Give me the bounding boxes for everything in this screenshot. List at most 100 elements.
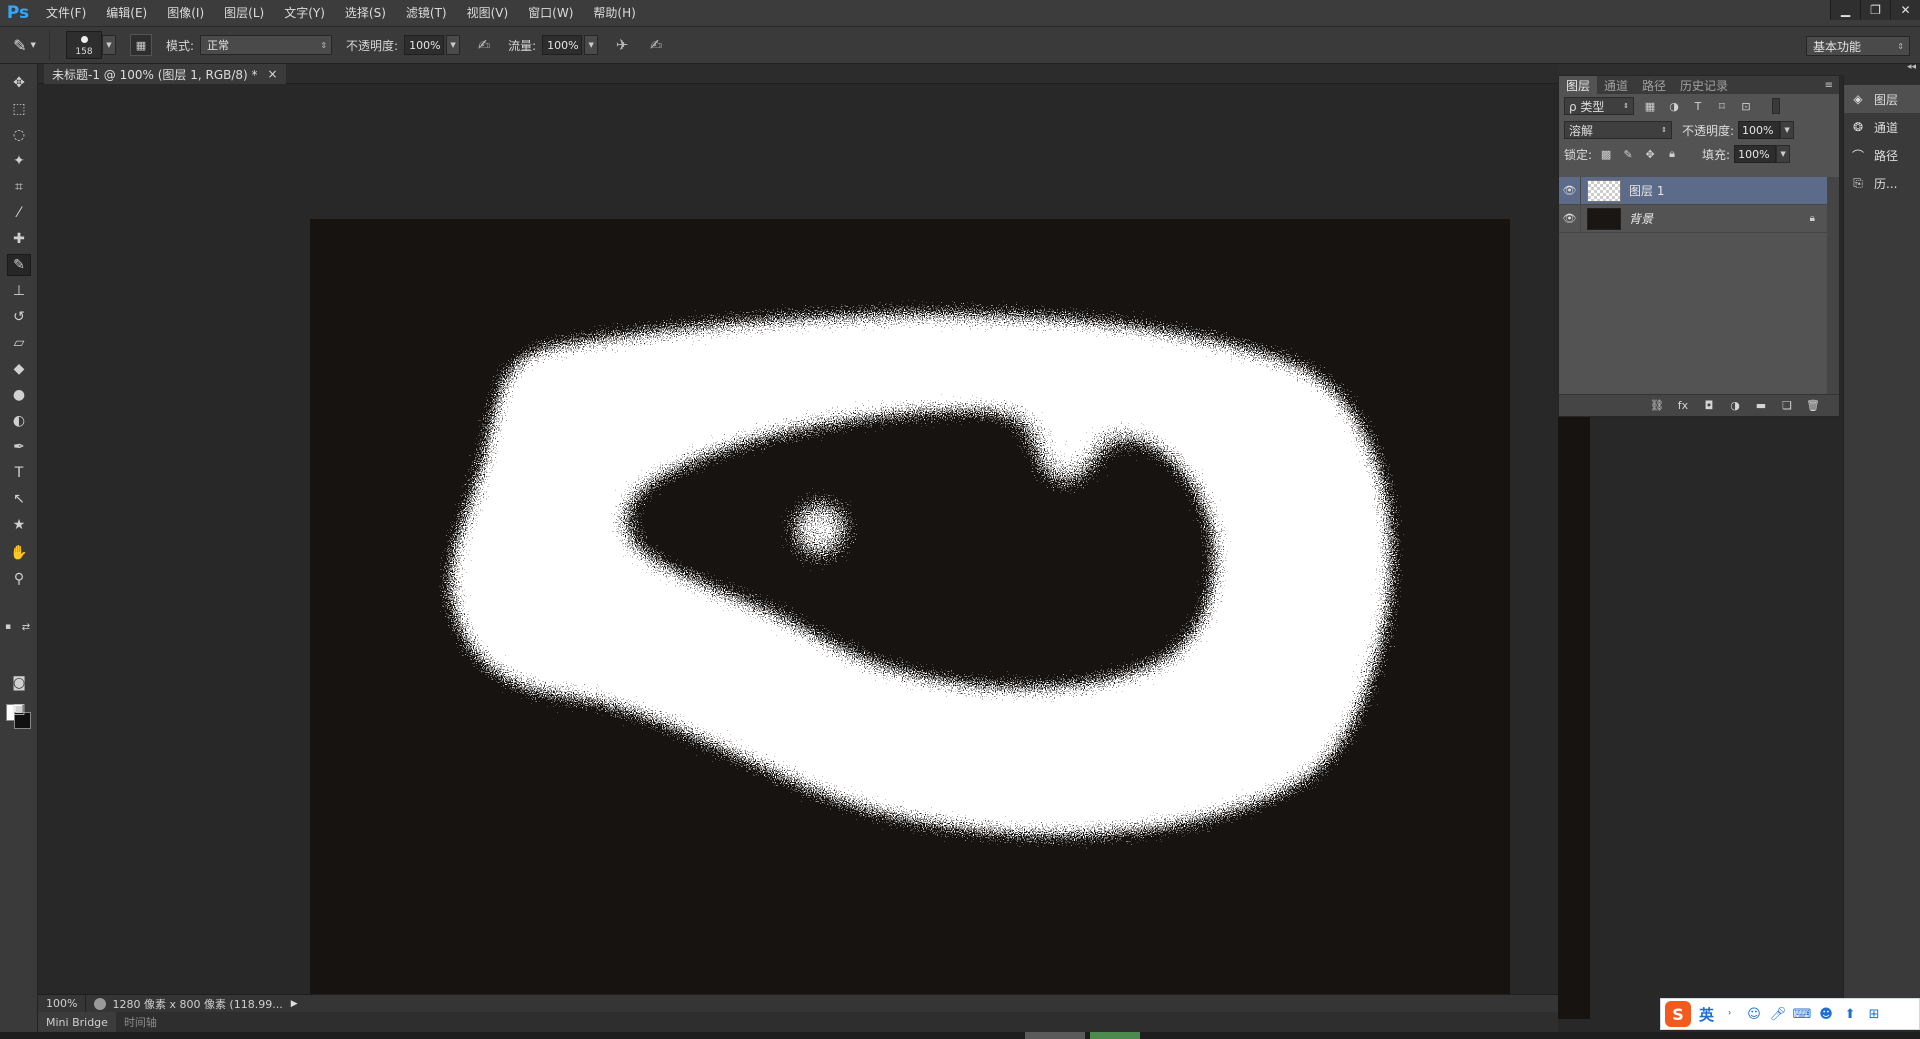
fill-input[interactable]: 100% <box>1734 145 1777 163</box>
link-layers-icon[interactable]: ⛓ <box>1649 398 1665 414</box>
tab-history[interactable]: 历史记录 <box>1673 76 1735 94</box>
document-canvas[interactable] <box>310 219 1590 1019</box>
brush-preset-picker[interactable]: 158 <box>66 31 102 59</box>
keyboard-icon[interactable]: ⌨ <box>1793 1006 1812 1022</box>
new-group-icon[interactable]: ▬ <box>1753 398 1769 414</box>
dock-grip[interactable] <box>1844 75 1920 85</box>
eraser-tool-icon[interactable]: ▱ <box>7 332 31 354</box>
close-icon[interactable]: ✕ <box>1890 0 1920 20</box>
pressure-opacity-icon[interactable]: ✍ <box>474 35 494 55</box>
lock-transparent-icon[interactable]: ▩ <box>1598 146 1614 162</box>
layer-opacity-input[interactable]: 100% <box>1738 121 1781 139</box>
menu-filter[interactable]: 滤镜(T) <box>396 0 457 26</box>
menu-view[interactable]: 视图(V) <box>457 0 519 26</box>
lock-position-icon[interactable]: ✥ <box>1642 146 1658 162</box>
taskbar-item[interactable] <box>1090 1032 1140 1039</box>
skin-icon[interactable]: ⬆ <box>1842 1006 1858 1022</box>
punctuation-icon[interactable]: ˒ <box>1722 1006 1738 1022</box>
filter-shape-icon[interactable]: ⌑ <box>1714 98 1730 114</box>
menu-select[interactable]: 选择(S) <box>335 0 396 26</box>
emoji-icon[interactable]: ☺ <box>1746 1006 1762 1022</box>
tab-timeline[interactable]: 时间轴 <box>116 1012 165 1032</box>
type-tool-icon[interactable]: T <box>7 462 31 484</box>
adjustment-layer-icon[interactable]: ◑ <box>1727 398 1743 414</box>
swap-colors-icon[interactable]: ⇄ <box>20 616 32 638</box>
visibility-eye-icon[interactable]: 👁︎ <box>1559 176 1581 205</box>
layer-filter-select[interactable]: ρ 类型 ⇕ <box>1564 97 1634 115</box>
tab-layers[interactable]: 图层 <box>1559 76 1598 94</box>
close-icon[interactable]: × <box>268 67 278 81</box>
layer-name[interactable]: 背景 <box>1629 210 1653 227</box>
dock-item-paths[interactable]: ⌒ 路径 <box>1844 141 1920 169</box>
airbrush-icon[interactable]: ✈ <box>612 35 632 55</box>
user-icon[interactable]: ☻ <box>1818 1006 1834 1022</box>
layer-opacity-dropdown[interactable]: ▼ <box>1780 121 1795 139</box>
filter-smart-object-icon[interactable]: ⊡ <box>1738 98 1754 114</box>
lock-all-icon[interactable]: 🔒︎ <box>1664 146 1680 162</box>
blend-mode-select[interactable]: 溶解 ⇕ <box>1564 121 1672 139</box>
lasso-tool-icon[interactable]: ◌ <box>7 124 31 146</box>
filter-adjustment-icon[interactable]: ◑ <box>1666 98 1682 114</box>
restore-icon[interactable]: ❐ <box>1860 0 1890 20</box>
menu-edit[interactable]: 编辑(E) <box>96 0 157 26</box>
shape-tool-icon[interactable]: ★ <box>7 514 31 536</box>
workspace-select[interactable]: 基本功能 ⇕ <box>1806 36 1910 56</box>
microphone-icon[interactable]: 🎤︎ <box>1770 1006 1787 1022</box>
screen-mode-icon[interactable]: ▣ <box>7 698 31 720</box>
blur-tool-icon[interactable]: ● <box>7 384 31 406</box>
ime-language-toggle[interactable]: 英 <box>1699 1004 1714 1025</box>
menu-layer[interactable]: 图层(L) <box>214 0 274 26</box>
flow-dropdown[interactable]: ▼ <box>584 35 599 55</box>
brush-tool-icon[interactable]: ✎ <box>7 254 31 276</box>
document-tab[interactable]: 未标题-1 @ 100% (图层 1, RGB/8) * × <box>44 64 286 84</box>
eyedropper-tool-icon[interactable]: ⁄ <box>7 202 31 224</box>
menu-type[interactable]: 文字(Y) <box>274 0 335 26</box>
zoom-tool-icon[interactable]: ⚲ <box>7 568 31 590</box>
menu-help[interactable]: 帮助(H) <box>583 0 645 26</box>
minimize-icon[interactable]: ▁ <box>1830 0 1860 20</box>
filter-toggle-switch[interactable] <box>1772 98 1780 114</box>
move-tool-icon[interactable]: ✥ <box>7 72 31 94</box>
menu-image[interactable]: 图像(I) <box>157 0 214 26</box>
filter-pixel-icon[interactable]: ▦ <box>1642 98 1658 114</box>
layer-name[interactable]: 图层 1 <box>1629 182 1664 199</box>
layer-style-fx-icon[interactable]: fx <box>1675 398 1691 414</box>
dock-item-layers[interactable]: ◈ 图层 <box>1844 85 1920 113</box>
crop-tool-icon[interactable]: ⌗ <box>7 176 31 198</box>
pen-tool-icon[interactable]: ✒ <box>7 436 31 458</box>
taskbar-item[interactable] <box>1025 1032 1085 1039</box>
new-layer-icon[interactable]: ❏ <box>1779 398 1795 414</box>
quick-select-tool-icon[interactable]: ✦ <box>7 150 31 172</box>
tool-preset-picker[interactable]: ✎ ▼ <box>0 30 50 60</box>
dock-item-history[interactable]: ⎘ 历... <box>1844 169 1920 197</box>
lock-pixels-icon[interactable]: ✎ <box>1620 146 1636 162</box>
path-select-tool-icon[interactable]: ↖ <box>7 488 31 510</box>
brush-preset-dropdown[interactable]: ▼ <box>102 35 116 55</box>
status-menu-arrow-icon[interactable]: ▶ <box>291 999 298 1009</box>
mode-select[interactable]: 正常 ⇕ <box>200 35 333 55</box>
brush-panel-toggle-icon[interactable]: ▦ <box>130 34 152 56</box>
collapse-icon[interactable]: ◂◂ <box>1907 62 1916 72</box>
opacity-dropdown[interactable]: ▼ <box>446 35 461 55</box>
healing-brush-tool-icon[interactable]: ✚ <box>7 228 31 250</box>
fill-dropdown[interactable]: ▼ <box>1776 145 1791 163</box>
quick-mask-icon[interactable]: ◙ <box>7 672 31 694</box>
layers-scrollbar[interactable] <box>1827 177 1839 395</box>
tab-mini-bridge[interactable]: Mini Bridge <box>38 1012 116 1032</box>
opacity-input[interactable]: 100% <box>404 35 445 55</box>
flow-input[interactable]: 100% <box>542 35 583 55</box>
paint-bucket-tool-icon[interactable]: ◆ <box>7 358 31 380</box>
sogou-logo[interactable]: S <box>1665 1001 1691 1027</box>
menu-file[interactable]: 文件(F) <box>36 0 96 26</box>
add-mask-icon[interactable]: ◘ <box>1701 398 1717 414</box>
toolbox-icon[interactable]: ⊞ <box>1866 1006 1882 1022</box>
tab-channels[interactable]: 通道 <box>1597 76 1635 94</box>
hand-tool-icon[interactable]: ✋ <box>7 542 31 564</box>
history-brush-tool-icon[interactable]: ↺ <box>7 306 31 328</box>
menu-window[interactable]: 窗口(W) <box>518 0 583 26</box>
dodge-tool-icon[interactable]: ◐ <box>7 410 31 432</box>
marquee-tool-icon[interactable]: ⬚ <box>7 98 31 120</box>
zoom-level[interactable]: 100% <box>38 994 87 1013</box>
filter-type-icon[interactable]: T <box>1690 98 1706 114</box>
default-colors-icon[interactable]: ▪ <box>2 616 14 638</box>
